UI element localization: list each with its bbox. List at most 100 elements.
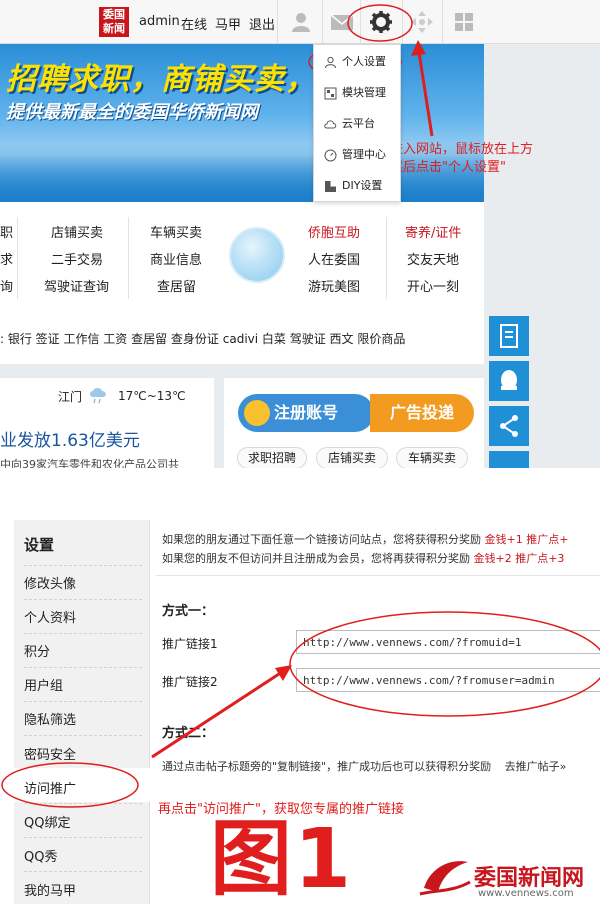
username-link[interactable]: admin: [139, 14, 180, 29]
settings-title: 设置: [24, 536, 55, 554]
gear-icon[interactable]: [367, 8, 395, 36]
promo-reward: 金钱+2 推广点+3: [473, 552, 565, 565]
toolbar-divider: [402, 0, 403, 44]
nav-divider: [386, 217, 387, 299]
sidebar-item-qq-show[interactable]: QQ秀: [24, 846, 57, 865]
dropdown-item-personal-settings[interactable]: 个人设置: [314, 48, 402, 76]
nav-link-license-query[interactable]: 驾驶证查询: [44, 276, 109, 295]
side-more-button[interactable]: [489, 451, 529, 468]
person-badge-icon: [244, 400, 270, 426]
nav-divider: [128, 217, 129, 299]
screenshot-page: 委国新闻 admin 在线 马甲 退出 招聘求职，商铺买卖，互助! 提供最新最全…: [0, 0, 600, 904]
dropdown-item-diy-settings[interactable]: DIY设置: [314, 172, 402, 200]
sidebar-item-avatar[interactable]: 修改头像: [24, 573, 76, 592]
logout-link[interactable]: 退出: [249, 14, 275, 33]
move-icon[interactable]: [408, 8, 436, 36]
weather-cloud-icon: [229, 227, 285, 283]
nav-link-shop-trade[interactable]: 店铺买卖: [51, 222, 103, 241]
dropdown-item-label: DIY设置: [342, 179, 383, 192]
sidebar-divider: [24, 803, 142, 804]
cloud-rain-icon: [90, 388, 106, 404]
pill-job-recruitment[interactable]: 求职招聘: [237, 447, 307, 468]
nav-link-business-info[interactable]: 商业信息: [150, 249, 202, 268]
site-logo[interactable]: 委国新闻: [99, 7, 129, 37]
nav-link-car-trade[interactable]: 车辆买卖: [150, 222, 202, 241]
sidebar-divider: [24, 565, 142, 566]
diy-icon: [325, 181, 336, 192]
sidebar-item-privacy[interactable]: 隐私筛选: [24, 709, 76, 728]
horse-account-link[interactable]: 马甲: [215, 14, 241, 33]
method-two-title: 方式二：: [162, 726, 215, 741]
sidebar-item-points[interactable]: 积分: [24, 641, 50, 660]
sidebar-item-promotion[interactable]: 访问推广: [24, 778, 76, 797]
sidebar-divider: [24, 837, 142, 838]
person-icon: [325, 56, 336, 69]
side-share-button[interactable]: [489, 406, 529, 446]
promo-link1-field[interactable]: [296, 630, 600, 654]
content-divider: [156, 575, 600, 576]
annotation-step1-line2: 然后点击"个人设置": [390, 160, 506, 175]
dropdown-item-label: 模块管理: [342, 86, 386, 99]
side-note-button[interactable]: [489, 316, 529, 356]
banner-subheadline: 提供最新最全的委国华侨新闻网: [6, 102, 258, 123]
sidebar-item-profile[interactable]: 个人资料: [24, 607, 76, 626]
news-summary: 中向39家汽车零件和农化产品公司共: [0, 458, 179, 468]
recruitment-banner[interactable]: 招聘求职，商铺买卖，互助! 提供最新最全的委国华侨新闻网: [0, 44, 484, 202]
promo-link2-field[interactable]: [296, 668, 600, 692]
toolbar-divider: [277, 0, 278, 44]
promo-link2-label: 推广链接2: [162, 675, 218, 689]
sidebar-divider: [24, 735, 142, 736]
promo-rule-text: 如果您的朋友通过下面任意一个链接访问站点，您将获得积分奖励: [162, 533, 481, 546]
figure-label: 图1: [210, 812, 354, 904]
news-headline[interactable]: 业发放1.63亿美元: [0, 426, 140, 451]
sidebar-item-my-horse[interactable]: 我的马甲: [24, 880, 76, 899]
nav-link-second-hand[interactable]: 二手交易: [51, 249, 103, 268]
nav-link-travel-photos[interactable]: 游玩美图: [308, 276, 360, 295]
sidebar-divider: [24, 633, 142, 634]
nav-link[interactable]: 职: [0, 222, 13, 241]
weather-temperature: 17℃~13℃: [118, 389, 186, 403]
sidebar-item-password[interactable]: 密码安全: [24, 744, 76, 763]
promo-rule-text: 如果您的朋友不但访问并且注册成为会员，您将再获得积分奖励: [162, 552, 470, 565]
nav-link[interactable]: 询: [0, 276, 13, 295]
hot-tags-line[interactable]: : 银行 签证 工作信 工资 查居留 查身份证 cadivi 白菜 驾驶证 西文…: [0, 330, 405, 347]
cloud-icon: [324, 120, 337, 129]
document-icon: [500, 324, 518, 348]
ad-delivery-button[interactable]: 广告投递: [370, 394, 474, 432]
nav-link-friends[interactable]: 交友天地: [407, 249, 459, 268]
dashboard-icon: [324, 149, 337, 162]
sidebar-divider: [24, 701, 142, 702]
nav-link-mutual-help[interactable]: 侨胞互助: [308, 222, 360, 241]
qq-icon: [501, 370, 517, 390]
grid-icon[interactable]: [450, 8, 478, 36]
method-two-text: 通过点击帖子标题旁的"复制链接"，推广成功后也可以获得积分奖励: [162, 760, 492, 773]
pill-shop-trade[interactable]: 店铺买卖: [316, 447, 388, 468]
nav-link-fun[interactable]: 开心一刻: [407, 276, 459, 295]
nav-link[interactable]: 求: [0, 249, 13, 268]
dropdown-item-label: 管理中心: [342, 148, 386, 161]
method-two-desc: 通过点击帖子标题旁的"复制链接"，推广成功后也可以获得积分奖励 去推广帖子»: [162, 758, 566, 774]
sidebar-item-qq-bind[interactable]: QQ绑定: [24, 812, 70, 831]
dropdown-item-admin-center[interactable]: 管理中心: [314, 141, 402, 169]
nav-link-residence-check[interactable]: 查居留: [157, 276, 196, 295]
website-home-screenshot: 委国新闻 admin 在线 马甲 退出 招聘求职，商铺买卖，互助! 提供最新最全…: [0, 0, 600, 468]
promote-posts-link[interactable]: 去推广帖子»: [505, 760, 567, 773]
mail-icon[interactable]: [328, 8, 356, 36]
side-qq-button[interactable]: [489, 361, 529, 401]
settings-dropdown-menu: 个人设置 模块管理 云平台 管理中心 DIY设置: [313, 44, 401, 202]
nav-link-foster-documents[interactable]: 寄养/证件: [405, 222, 461, 241]
promo-reward: 金钱+1 推广点+: [484, 533, 569, 546]
sidebar-item-usergroup[interactable]: 用户组: [24, 675, 63, 694]
dropdown-item-cloud-platform[interactable]: 云平台: [314, 110, 402, 138]
online-status-link[interactable]: 在线: [181, 14, 207, 33]
promo-rule-line1: 如果您的朋友通过下面任意一个链接访问站点，您将获得积分奖励 金钱+1 推广点+: [162, 531, 568, 547]
promo-link1-label: 推广链接1: [162, 637, 218, 651]
user-icon[interactable]: [287, 8, 315, 36]
dropdown-item-module-management[interactable]: 模块管理: [314, 79, 402, 107]
module-icon: [324, 87, 337, 100]
nav-link-in-venezuela[interactable]: 人在委国: [308, 249, 360, 268]
watermark-url: www.vennews.com: [478, 888, 574, 899]
toolbar-divider: [322, 0, 323, 44]
sidebar-divider: [24, 599, 142, 600]
pill-car-trade[interactable]: 车辆买卖: [396, 447, 468, 468]
